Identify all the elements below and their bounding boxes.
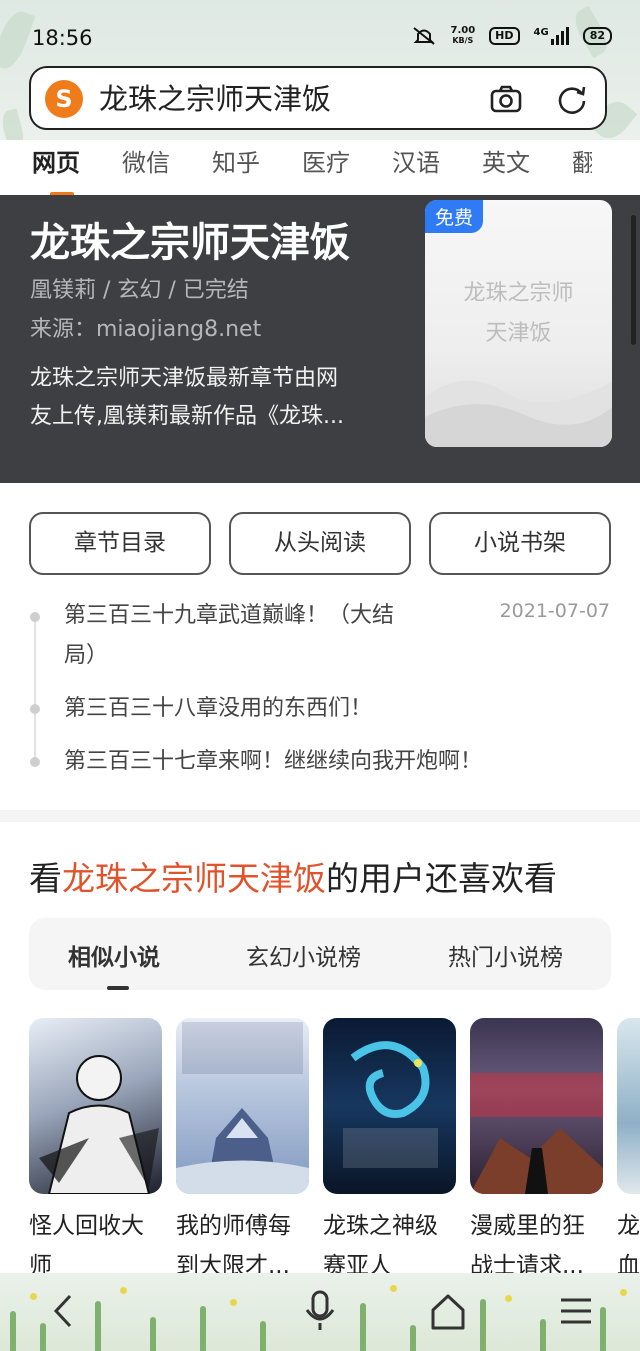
book-cover[interactable] <box>323 1018 456 1194</box>
chapter-date: 2021-07-07 <box>499 600 610 622</box>
tab-web[interactable]: 网页 <box>0 140 80 197</box>
back-icon[interactable] <box>42 1288 88 1334</box>
book-cover[interactable] <box>617 1018 640 1194</box>
book-cover-art <box>343 1041 438 1168</box>
tab-wechat[interactable]: 微信 <box>80 140 170 195</box>
recommend-heading: 看龙珠之宗师天津饭的用户还喜欢看 <box>29 859 557 898</box>
novel-source: 来源：miaojiang8.net <box>30 317 262 342</box>
novel-description: 龙珠之宗师天津饭最新章节由网 友上传,凰镁莉最新作品《龙珠... <box>30 366 344 429</box>
chapter-item[interactable]: 第三百三十七章来啊！继继续向我开炮啊！ <box>64 742 482 782</box>
hd-badge: HD <box>489 27 520 45</box>
read-from-start-button[interactable]: 从头阅读 <box>229 512 411 575</box>
timeline-dot <box>30 612 40 622</box>
book-cover-art <box>176 1022 309 1194</box>
camera-icon[interactable] <box>489 82 523 116</box>
status-bar: 18:56 7.00 KB/S HD 4G 82 <box>0 0 640 60</box>
chapter-item[interactable]: 第三百三十八章没用的东西们！ <box>64 689 372 729</box>
free-badge: 免费 <box>425 200 484 233</box>
tab-similar-novels[interactable]: 相似小说 <box>68 938 160 972</box>
tab-indicator <box>107 986 129 990</box>
battery-indicator: 82 <box>582 27 612 45</box>
status-time: 18:56 <box>32 26 93 50</box>
tab-translate[interactable]: 翻 <box>530 140 592 195</box>
book-cover-art <box>470 1073 603 1194</box>
novel-title[interactable]: 龙珠之宗师天津饭 <box>30 210 350 268</box>
book-cover[interactable] <box>29 1018 162 1194</box>
refresh-icon[interactable] <box>555 82 589 116</box>
network-speed: 7.00 KB/S <box>450 25 476 46</box>
signal-icon: 4G <box>534 27 569 45</box>
tab-hot-ranking[interactable]: 热门小说榜 <box>448 938 563 972</box>
section-divider <box>0 810 640 822</box>
tab-zhihu[interactable]: 知乎 <box>170 140 260 195</box>
tab-chinese[interactable]: 汉语 <box>350 140 440 195</box>
search-input[interactable]: 龙珠之宗师天津饭 <box>99 80 331 118</box>
timeline-dot <box>30 757 40 767</box>
scrollbar[interactable] <box>631 215 636 345</box>
book-cover[interactable] <box>176 1018 309 1194</box>
search-box[interactable]: S 龙珠之宗师天津饭 <box>29 66 607 130</box>
novel-meta: 凰镁莉 / 玄幻 / 已完结 <box>30 278 249 303</box>
status-icons: 7.00 KB/S HD 4G 82 <box>412 26 612 46</box>
home-icon[interactable] <box>425 1288 471 1334</box>
microphone-icon[interactable] <box>297 1288 343 1334</box>
menu-icon[interactable] <box>553 1288 599 1334</box>
book-cover-art <box>39 1055 159 1194</box>
tab-medical[interactable]: 医疗 <box>260 140 350 195</box>
timeline-dot <box>30 704 40 714</box>
cover-title: 龙珠之宗师 天津饭 <box>463 281 574 346</box>
chapter-timeline <box>34 612 36 762</box>
tab-english[interactable]: 英文 <box>440 140 530 195</box>
bookshelf-button[interactable]: 小说书架 <box>429 512 611 575</box>
chapter-catalog-button[interactable]: 章节目录 <box>29 512 211 575</box>
tab-fantasy-ranking[interactable]: 玄幻小说榜 <box>246 938 361 972</box>
book-cover[interactable] <box>470 1018 603 1194</box>
search-category-tabs: 网页 微信 知乎 医疗 汉语 英文 翻 <box>0 140 640 197</box>
novel-cover[interactable]: 龙珠之宗师 天津饭 <box>425 200 612 447</box>
mute-bell-icon <box>413 27 436 45</box>
chapter-item[interactable]: 第三百三十九章武道巅峰！（大结 局） <box>64 596 464 676</box>
sogou-logo-icon[interactable]: S <box>45 80 83 118</box>
